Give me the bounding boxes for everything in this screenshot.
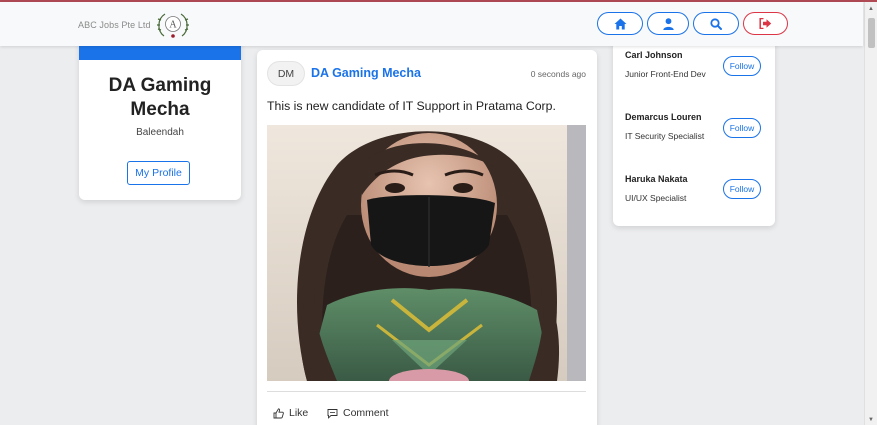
person-name[interactable]: Demarcus Louren: [625, 112, 702, 122]
person-title: Junior Front-End Dev: [625, 69, 706, 79]
follow-button[interactable]: Follow: [723, 179, 761, 199]
svg-text:A: A: [169, 20, 177, 31]
thumbs-up-icon: [273, 407, 284, 418]
logout-button[interactable]: [743, 12, 788, 35]
comment-button[interactable]: Comment: [327, 407, 389, 419]
scroll-up-icon[interactable]: ▲: [868, 6, 874, 12]
brand[interactable]: ABC Jobs Pte Ltd A: [78, 10, 192, 40]
profile-location: Baleendah: [136, 127, 184, 138]
photo-person-mask-icon: [267, 125, 586, 381]
home-button[interactable]: [597, 12, 643, 35]
suggestions-card: Carl Johnson Junior Front-End Dev Follow…: [613, 36, 775, 226]
user-icon: [662, 17, 674, 30]
logout-icon: [759, 18, 772, 29]
post-image[interactable]: [267, 125, 586, 381]
like-label: Like: [289, 407, 309, 419]
like-button[interactable]: Like: [273, 407, 308, 419]
brand-name: ABC Jobs Pte Ltd: [78, 20, 151, 30]
my-profile-button[interactable]: My Profile: [127, 161, 190, 185]
avatar[interactable]: DM: [267, 61, 305, 86]
person-title: UI/UX Specialist: [625, 193, 687, 203]
home-icon: [614, 18, 626, 29]
search-button[interactable]: [693, 12, 739, 35]
person-title: IT Security Specialist: [625, 131, 705, 141]
profile-name: DA Gaming Mecha: [108, 75, 212, 120]
post-card: DM DA Gaming Mecha 0 seconds ago This is…: [257, 50, 597, 425]
profile-card: DA Gaming Mecha Baleendah My Profile: [79, 34, 241, 200]
page-scrollbar[interactable]: ▲ ▼: [864, 2, 877, 425]
comment-label: Comment: [343, 407, 389, 419]
top-navbar: ABC Jobs Pte Ltd A: [0, 2, 863, 46]
post-divider: [267, 391, 586, 392]
search-icon: [710, 17, 722, 30]
scroll-down-icon[interactable]: ▼: [868, 417, 874, 423]
post-author-link[interactable]: DA Gaming Mecha: [311, 66, 421, 80]
post-timestamp: 0 seconds ago: [530, 69, 586, 79]
comment-icon: [327, 408, 338, 419]
person-name[interactable]: Carl Johnson: [625, 50, 683, 60]
follow-button[interactable]: Follow: [723, 56, 761, 76]
person-name[interactable]: Haruka Nakata: [625, 174, 688, 184]
follow-button[interactable]: Follow: [723, 118, 761, 138]
profile-button[interactable]: [647, 12, 689, 35]
post-text: This is new candidate of IT Support in P…: [267, 99, 556, 113]
brand-logo-icon: A: [156, 13, 189, 38]
scroll-thumb[interactable]: [868, 18, 875, 48]
